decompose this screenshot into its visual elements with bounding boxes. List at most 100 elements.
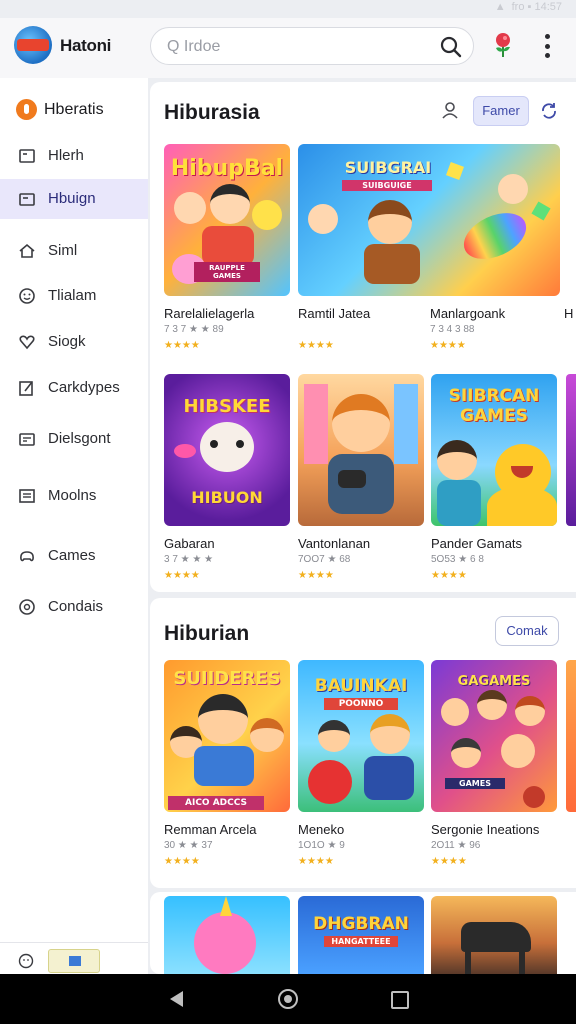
system-navigation-bar (0, 974, 576, 1024)
sidebar-header[interactable]: Hberatis (0, 94, 148, 126)
rating-stars: ★★★★ (431, 570, 467, 581)
game-thumbnail[interactable] (164, 896, 290, 974)
sidebar-item-6[interactable]: Carkdypes (0, 368, 148, 408)
user-icon[interactable] (440, 100, 460, 120)
game-tile[interactable]: SIIBRCAN GAMES Pander Gamats 5O53 ★ 6 8 … (431, 374, 557, 581)
back-icon[interactable] (170, 991, 183, 1007)
sidebar-item-10[interactable]: Condais (0, 587, 148, 627)
sidebar-item-7[interactable]: Dielsgont (0, 419, 148, 459)
game-art-subtitle: SUIBGUIGE (342, 180, 432, 191)
search-icon[interactable] (439, 35, 463, 59)
top-app-bar: Hatoni Q Irdoe (0, 18, 576, 78)
game-thumbnail[interactable]: GAGAMES GAMES (431, 660, 557, 812)
game-thumbnail[interactable]: SUIIDERES AICO ADCCS (164, 660, 290, 812)
game-art-title: HibupBal (170, 156, 284, 181)
refresh-icon[interactable] (538, 100, 560, 122)
sidebar-item-label: Condais (48, 598, 104, 615)
sidebar-item-4[interactable]: Tlialam (0, 276, 148, 316)
game-meta: 2O11 ★ 96 (431, 840, 481, 851)
game-title: Ramtil Jatea (298, 306, 371, 321)
game-title: Gabaran (164, 536, 215, 551)
home-button-icon[interactable] (278, 989, 298, 1009)
clipped-tile-title: H (564, 306, 574, 321)
game-thumbnail[interactable] (431, 896, 557, 974)
section-third: DHGBRAN HANGATTEEE (150, 892, 576, 974)
section-title: Hiburian (164, 622, 250, 645)
smile-icon (19, 288, 35, 304)
rating-stars: ★★★★ (298, 856, 334, 867)
smile-icon[interactable] (18, 953, 34, 969)
game-art-title: DHGBRAN (313, 914, 409, 934)
rating-stars: ★★★★ (298, 570, 334, 581)
folder-icon (19, 193, 35, 206)
clipped-game-thumbnail[interactable] (566, 374, 576, 526)
game-art-subtitle: RAUPPLE GAMES (194, 262, 260, 282)
game-thumbnail[interactable]: DHGBRAN HANGATTEEE (298, 896, 424, 974)
sidebar-item-label: Dielsgont (48, 430, 111, 447)
home-icon (19, 243, 35, 258)
game-title: Meneko (298, 822, 345, 837)
wifi-icon: ▲ (494, 1, 506, 13)
game-tile[interactable]: Vantonlanan 7OO7 ★ 68 ★★★★ (298, 374, 424, 581)
sidebar-item-1[interactable]: Hlerh (0, 136, 148, 176)
search-input[interactable]: Q Irdoe (167, 38, 220, 56)
sidebar-item-label: Tlialam (48, 287, 97, 304)
game-thumbnail[interactable]: HibupBal RAUPPLE GAMES (164, 144, 290, 296)
game-meta: 30 ★ ★ 37 (164, 840, 213, 851)
game-art-title: SIIBRCAN GAMES (448, 386, 540, 426)
rating-stars: ★★★★ (164, 570, 200, 581)
game-thumbnail[interactable] (298, 374, 424, 526)
game-title: Remman Arcela (164, 822, 257, 837)
sidebar-footer (0, 942, 148, 975)
section-hiburasia: Hiburasia Famer HibupBal RAUPPLE GAMES R… (150, 82, 576, 592)
heart-icon (19, 335, 35, 350)
app-title: Hatoni (60, 36, 112, 55)
game-tile[interactable]: GAGAMES GAMES Sergonie Ineations 2O11 ★ … (431, 660, 557, 867)
settings-icon (19, 599, 35, 615)
calendar-icon (19, 433, 35, 446)
game-art-title: GAGAMES (457, 674, 531, 689)
game-meta: 7 3 4 3 88 (430, 324, 475, 335)
game-title: Manlargoank (430, 306, 506, 321)
game-tile[interactable]: BAUINKAI POONNO Meneko 1O1O ★ 9 ★★★★ (298, 660, 424, 867)
recent-apps-icon[interactable] (391, 991, 409, 1009)
more-button[interactable]: Comak (495, 616, 559, 646)
filter-button[interactable]: Famer (473, 96, 529, 126)
sidebar: Hberatis Hlerh Hbuign Siml Tlialam Siogk… (0, 78, 148, 974)
game-art-title: HIBSKEE (183, 396, 271, 417)
inbox-icon (19, 149, 35, 163)
sidebar-item-2[interactable]: Hbuign (0, 179, 148, 219)
more-options-icon[interactable] (541, 34, 553, 58)
game-meta: 1O1O ★ 9 (298, 840, 345, 851)
sidebar-item-5[interactable]: Siogk (0, 322, 148, 362)
sidebar-item-3[interactable]: Siml (0, 231, 148, 271)
game-tile[interactable]: HibupBal RAUPPLE GAMES Rarelalielagerla … (164, 144, 290, 351)
search-box[interactable]: Q Irdoe (150, 27, 474, 65)
game-art-subtitle: HANGATTEEE (324, 936, 398, 947)
rating-stars: ★★★★ (431, 856, 467, 867)
game-tile[interactable]: HIBSKEE HIBUON Gabaran 3 7 ★ ★ ★ ★★★★ (164, 374, 290, 581)
sidebar-item-label: Cames (48, 547, 96, 564)
rating-stars: ★★★★ (430, 340, 466, 351)
app-logo[interactable] (14, 26, 52, 64)
game-meta: 7 3 7 ★ ★ 89 (164, 324, 224, 335)
rose-icon[interactable] (492, 32, 514, 58)
game-title: Sergonie Ineations (431, 822, 540, 837)
game-meta: 5O53 ★ 6 8 (431, 554, 484, 565)
clipped-game-thumbnail[interactable] (566, 660, 576, 812)
status-indicators: ▲ fro ▪ 14:57 (495, 1, 562, 13)
sidebar-item-8[interactable]: Moolns (0, 476, 148, 516)
game-thumbnail[interactable]: HIBSKEE HIBUON (164, 374, 290, 526)
game-tile[interactable]: SUIIDERES AICO ADCCS Remman Arcela 30 ★ … (164, 660, 290, 867)
section-hiburian: Hiburian Comak SUIIDERES AICO ADCCS Remm… (150, 598, 576, 888)
rating-stars: ★★★★ (298, 340, 334, 351)
game-tile-featured[interactable]: SUIBGRAI SUIBGUIGE Ramtil Jatea ★★★★ (298, 144, 560, 351)
game-thumbnail[interactable]: BAUINKAI POONNO (298, 660, 424, 812)
promo-card-thumbnail[interactable] (48, 949, 100, 973)
game-meta: 7OO7 ★ 68 (298, 554, 351, 565)
game-art-title: SUIBGRAI (344, 158, 432, 177)
sidebar-item-9[interactable]: Cames (0, 536, 148, 576)
game-thumbnail[interactable]: SIIBRCAN GAMES (431, 374, 557, 526)
game-thumbnail[interactable]: SUIBGRAI SUIBGUIGE (298, 144, 560, 296)
game-title: Pander Gamats (431, 536, 523, 551)
